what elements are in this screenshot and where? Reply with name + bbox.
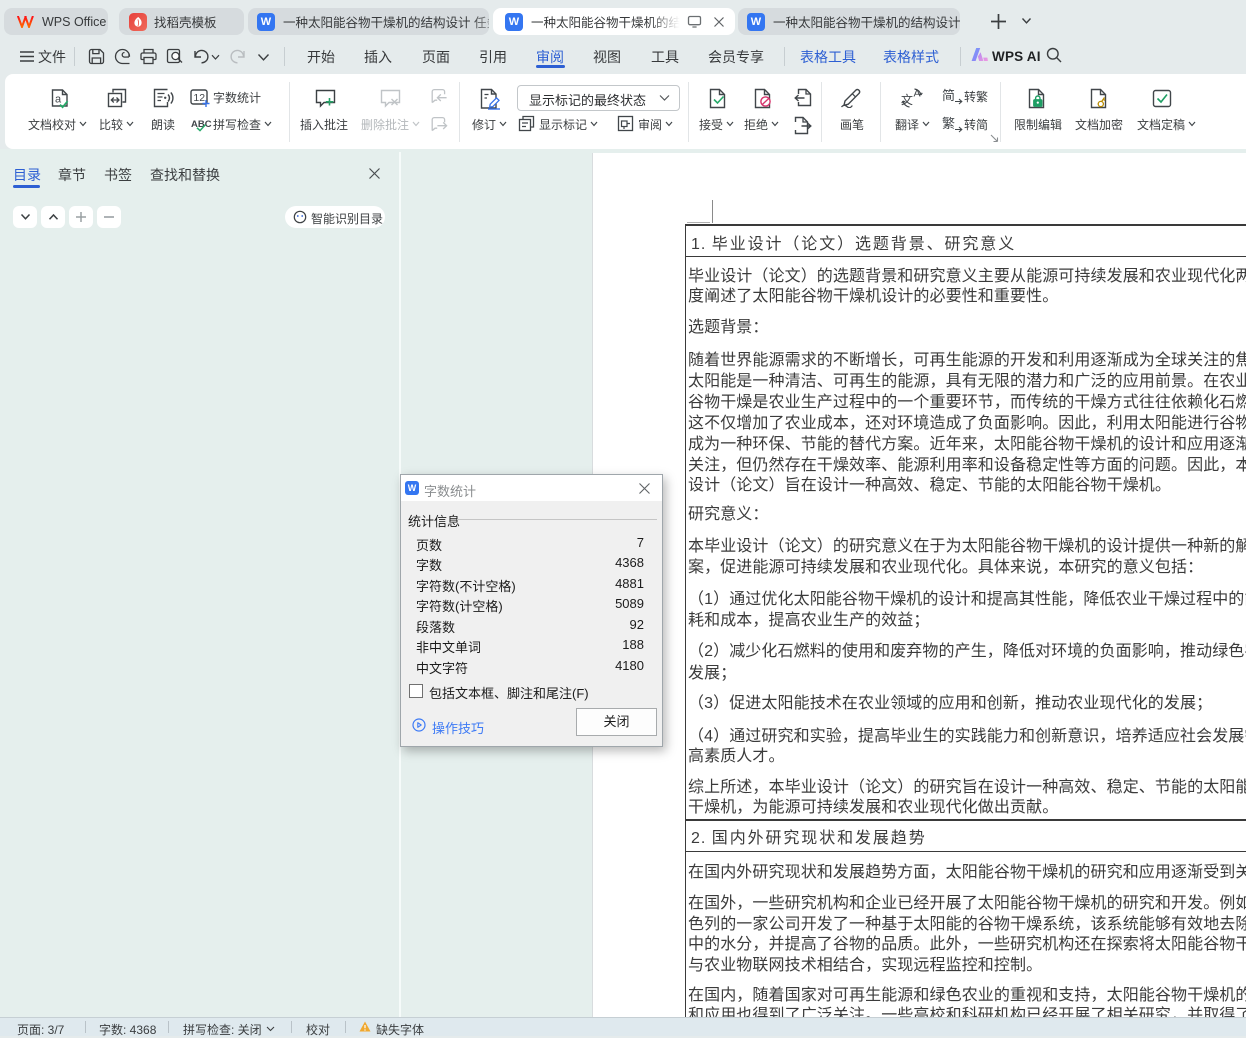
svg-text:文: 文 — [901, 92, 913, 107]
svg-text:a: a — [55, 94, 62, 106]
svg-text:12: 12 — [193, 92, 205, 104]
